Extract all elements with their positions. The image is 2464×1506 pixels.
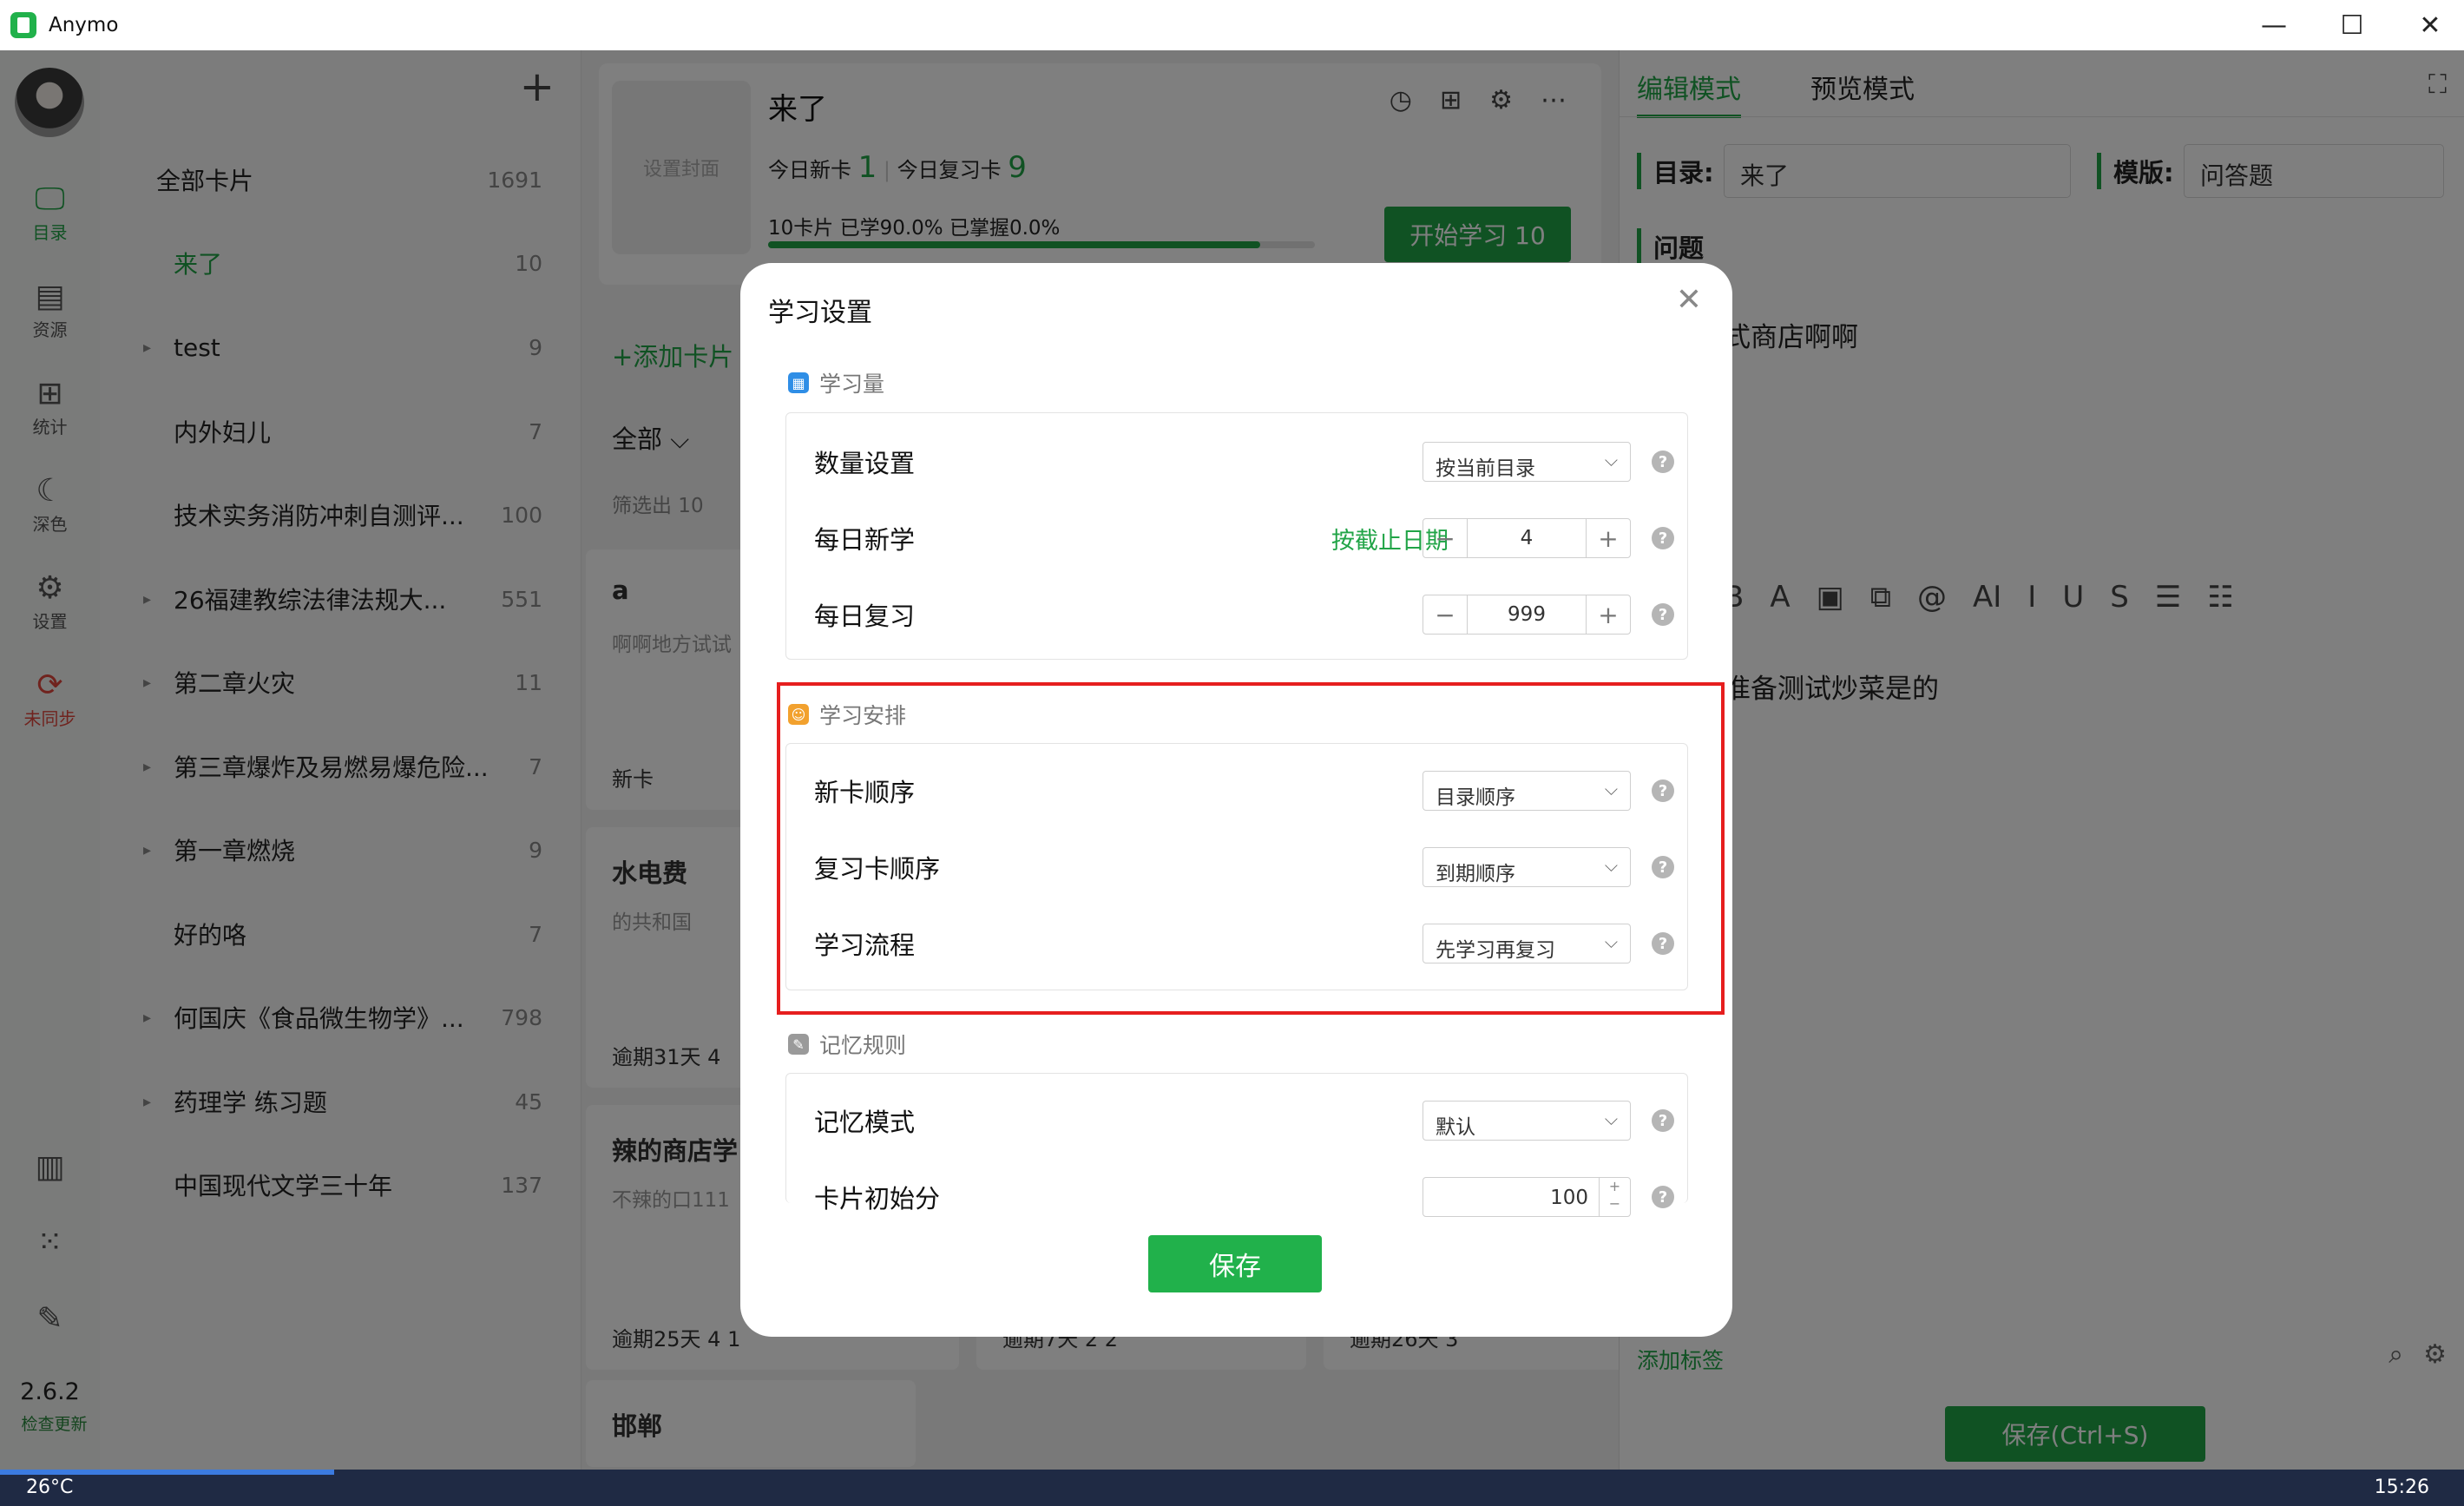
close-window-button[interactable]: ✕ <box>2391 0 2464 50</box>
help-icon[interactable]: ? <box>1652 1186 1674 1208</box>
study-flow-select[interactable]: 先学习再复习 ⌵ <box>1423 924 1631 963</box>
taskbar: 26°C 15:26 <box>0 1470 2464 1506</box>
chevron-down-icon: ⌵ <box>1604 855 1618 876</box>
window-title: Anymo <box>49 14 119 36</box>
chevron-down-icon: ⌵ <box>1604 779 1618 799</box>
number-spinner[interactable]: + − <box>1599 1178 1630 1216</box>
quantity-select[interactable]: 按当前目录 ⌵ <box>1423 442 1631 482</box>
section-amount: ▦ 学习量 <box>788 367 884 398</box>
initial-score-row: 卡片初始分 100 + − ? <box>814 1171 1682 1223</box>
review-order-select[interactable]: 到期顺序 ⌵ <box>1423 847 1631 887</box>
help-icon[interactable]: ? <box>1652 527 1674 549</box>
title-bar: Anymo — ☐ ✕ <box>0 0 2464 50</box>
memory-panel: 记忆模式 默认 ⌵ ? 卡片初始分 100 + − ? <box>785 1073 1688 1217</box>
help-icon[interactable]: ? <box>1652 932 1674 955</box>
taskbar-accent <box>0 1470 334 1475</box>
plus-icon[interactable]: + <box>1587 595 1630 634</box>
help-icon[interactable]: ? <box>1652 779 1674 802</box>
daily-review-stepper[interactable]: − 999 + <box>1423 595 1631 635</box>
new-order-row: 新卡顺序 目录顺序 ⌵ ? <box>814 765 1682 817</box>
chevron-down-icon: ⌵ <box>1604 450 1618 470</box>
quantity-row: 数量设置 按当前目录 ⌵ ? <box>814 436 1682 488</box>
chevron-down-icon: ⌵ <box>1604 931 1618 952</box>
study-flow-row: 学习流程 先学习再复习 ⌵ ? <box>814 917 1682 970</box>
dialog-title: 学习设置 <box>768 298 872 328</box>
maximize-button[interactable]: ☐ <box>2313 0 2391 50</box>
app-logo-icon <box>10 12 36 38</box>
plus-icon[interactable]: + <box>1587 519 1630 557</box>
section-memory: ✎ 记忆规则 <box>788 1029 906 1060</box>
initial-score-input[interactable]: 100 + − <box>1423 1177 1631 1217</box>
schedule-panel: 新卡顺序 目录顺序 ⌵ ? 复习卡顺序 到期顺序 ⌵ ? 学习流程 先学习再复习 ⌵ … <box>785 743 1688 990</box>
memory-mode-row: 记忆模式 默认 ⌵ ? <box>814 1095 1682 1147</box>
minimize-button[interactable]: — <box>2235 0 2313 50</box>
section-schedule: ☺ 学习安排 <box>788 699 906 730</box>
daily-new-row: 每日新学 按截止日期 − 4 + ? <box>814 512 1682 564</box>
daily-review-row: 每日复习 − 999 + ? <box>814 589 1682 641</box>
minus-icon[interactable]: − <box>1423 519 1467 557</box>
review-order-row: 复习卡顺序 到期顺序 ⌵ ? <box>814 841 1682 893</box>
amount-panel: 数量设置 按当前目录 ⌵ ? 每日新学 按截止日期 − 4 + ? 每日复习 − … <box>785 412 1688 660</box>
weather-label: 26°C <box>26 1476 74 1498</box>
help-icon[interactable]: ? <box>1652 450 1674 473</box>
chevron-down-icon: ⌵ <box>1604 1108 1618 1129</box>
pencil-icon: ✎ <box>788 1034 809 1055</box>
new-order-select[interactable]: 目录顺序 ⌵ <box>1423 771 1631 811</box>
close-icon[interactable]: ✕ <box>1676 285 1702 316</box>
help-icon[interactable]: ? <box>1652 603 1674 626</box>
daily-new-stepper[interactable]: − 4 + <box>1423 518 1631 558</box>
study-settings-dialog: 学习设置 ✕ ▦ 学习量 数量设置 按当前目录 ⌵ ? 每日新学 按截止日期 − … <box>740 263 1732 1337</box>
clock-label: 15:26 <box>2374 1476 2429 1498</box>
emoji-icon: ☺ <box>788 704 809 725</box>
help-icon[interactable]: ? <box>1652 1109 1674 1132</box>
minus-icon[interactable]: − <box>1423 595 1467 634</box>
memory-mode-select[interactable]: 默认 ⌵ <box>1423 1101 1631 1141</box>
calendar-icon: ▦ <box>788 372 809 393</box>
save-button[interactable]: 保存 <box>1148 1235 1322 1292</box>
help-icon[interactable]: ? <box>1652 856 1674 878</box>
